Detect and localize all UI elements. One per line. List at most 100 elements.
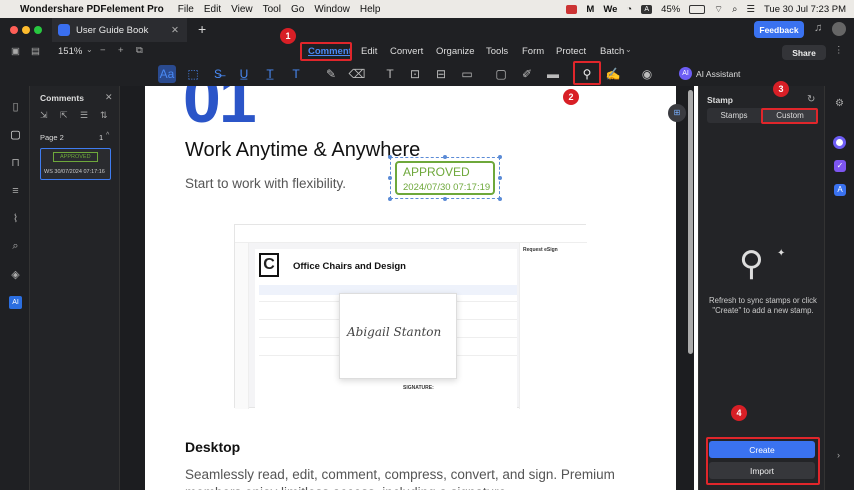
- properties-icon[interactable]: ⚙: [835, 98, 844, 109]
- status-we-icon[interactable]: We: [603, 4, 617, 15]
- menu-file[interactable]: File: [178, 4, 194, 15]
- keyboard-a-icon[interactable]: A: [641, 4, 653, 14]
- thumbnails-icon[interactable]: ▯: [9, 100, 22, 113]
- close-panel-icon[interactable]: ✕: [105, 92, 113, 103]
- zoom-out-icon[interactable]: −: [100, 45, 106, 56]
- control-center-icon[interactable]: ☰: [746, 4, 755, 15]
- approved-stamp[interactable]: APPROVED 2024/07/30 07:17:19: [395, 161, 495, 195]
- tab-batch[interactable]: Batch: [600, 46, 624, 57]
- attachments-icon[interactable]: ⌇: [9, 212, 22, 225]
- eraser-icon[interactable]: ⌫: [348, 65, 366, 83]
- ai-assistant-button[interactable]: AI Assistant: [696, 69, 740, 79]
- layers-icon[interactable]: ◈: [9, 268, 22, 281]
- menu-tool[interactable]: Tool: [263, 4, 281, 15]
- zoom-level[interactable]: 151%: [58, 46, 82, 57]
- page-heading: Work Anytime & Anywhere: [185, 139, 421, 161]
- sticky-note-icon[interactable]: ▭: [458, 65, 476, 83]
- empty-state-hint: Refresh to sync stamps or click "Create"…: [709, 296, 817, 315]
- signature-icon[interactable]: ✍: [604, 65, 622, 83]
- layout-icon[interactable]: ▤: [31, 46, 40, 57]
- callout-icon[interactable]: ⊟: [432, 65, 450, 83]
- tab-organize[interactable]: Organize: [436, 46, 475, 57]
- tab-edit[interactable]: Edit: [361, 46, 377, 57]
- measure-icon[interactable]: ▬: [544, 65, 562, 83]
- stamp-selection[interactable]: APPROVED 2024/07/30 07:17:19: [388, 155, 502, 201]
- wifi-icon[interactable]: ⌔: [714, 4, 723, 15]
- comment-thumbnail[interactable]: APPROVED WS 30/07/2024 07:17:16: [40, 148, 111, 180]
- text-comment-icon[interactable]: T: [381, 65, 399, 83]
- share-button[interactable]: Share: [782, 45, 826, 60]
- chevron-down-icon[interactable]: ⌄: [86, 45, 93, 54]
- squiggly-icon[interactable]: T̲: [261, 65, 279, 83]
- minimize-window-button[interactable]: [22, 26, 30, 34]
- more-icon[interactable]: ⋮: [834, 45, 844, 56]
- status-app-icon[interactable]: [566, 4, 578, 14]
- clock-datetime[interactable]: Tue 30 Jul 7:23 PM: [764, 4, 846, 15]
- shape-icon[interactable]: ▢: [492, 65, 510, 83]
- tab-document[interactable]: User Guide Book ✕: [52, 18, 187, 42]
- text-box-icon[interactable]: ⊡: [406, 65, 424, 83]
- section-text: Seamlessly read, edit, comment, compress…: [185, 467, 615, 490]
- ai-float-icon[interactable]: ⊞: [668, 104, 686, 122]
- menu-help[interactable]: Help: [360, 4, 381, 15]
- vertical-scrollbar[interactable]: [688, 90, 693, 354]
- tab-protect[interactable]: Protect: [556, 46, 586, 57]
- left-icon-rail: ▯ ▢ ⊓ ≡ ⌇ ⌕ ◈ AI: [0, 86, 30, 490]
- refresh-icon[interactable]: ↻: [807, 94, 815, 105]
- ai-check-icon[interactable]: ✓: [834, 160, 846, 172]
- collapse-chevron-icon[interactable]: ^: [106, 132, 109, 139]
- show-hide-comments-icon[interactable]: ◉: [638, 65, 656, 83]
- app-menu[interactable]: Wondershare PDFelement Pro: [20, 4, 164, 15]
- notification-icon[interactable]: ♫: [814, 22, 822, 34]
- translate-icon[interactable]: A: [834, 184, 846, 196]
- step-2-badge: 2: [563, 89, 579, 105]
- import-comments-icon[interactable]: ⇲: [40, 110, 48, 121]
- thumb-stamp-label: APPROVED: [53, 152, 98, 162]
- comments-icon[interactable]: ▢: [9, 128, 22, 141]
- tab-convert[interactable]: Convert: [390, 46, 423, 57]
- search-panel-icon[interactable]: ⌕: [9, 240, 22, 253]
- export-comments-icon[interactable]: ⇱: [60, 110, 68, 121]
- pen-drawing-icon[interactable]: ✐: [518, 65, 536, 83]
- search-icon[interactable]: ⌕: [732, 4, 737, 15]
- step-3-badge: 3: [773, 81, 789, 97]
- bookmarks-icon[interactable]: ⊓: [9, 156, 22, 169]
- avatar[interactable]: [832, 22, 846, 36]
- close-window-button[interactable]: [10, 26, 18, 34]
- status-m-icon[interactable]: M: [586, 4, 594, 15]
- clock-icon[interactable]: ◔: [626, 4, 632, 15]
- strikethrough-icon[interactable]: S̶: [209, 65, 227, 83]
- sidebar-toggle-icon[interactable]: ▣: [11, 46, 20, 57]
- menu-window[interactable]: Window: [314, 4, 350, 15]
- filter-icon[interactable]: ☰: [80, 110, 88, 121]
- sort-icon[interactable]: ⇅: [100, 110, 108, 121]
- highlight-text-icon[interactable]: Aa: [158, 65, 176, 83]
- fit-page-icon[interactable]: ⧉: [136, 45, 143, 56]
- tab-form[interactable]: Form: [522, 46, 544, 57]
- area-highlight-icon[interactable]: ⬚: [184, 65, 202, 83]
- ai-panel-icon[interactable]: AI: [9, 296, 22, 309]
- fields-icon[interactable]: ≡: [9, 184, 22, 197]
- menu-view[interactable]: View: [231, 4, 253, 15]
- tab-tools[interactable]: Tools: [486, 46, 508, 57]
- tab-bar: User Guide Book ✕ + Feedback ♫: [0, 18, 854, 42]
- zoom-in-icon[interactable]: +: [118, 45, 124, 56]
- battery-icon[interactable]: [689, 4, 706, 14]
- insert-text-icon[interactable]: T: [287, 65, 305, 83]
- underline-icon[interactable]: U̲: [235, 65, 253, 83]
- pdf-page[interactable]: 01 Work Anytime & Anywhere Start to work…: [145, 86, 676, 490]
- feedback-button[interactable]: Feedback: [754, 21, 804, 38]
- zoom-window-button[interactable]: [34, 26, 42, 34]
- expand-chevron-icon[interactable]: ›: [837, 450, 840, 460]
- tab-close-icon[interactable]: ✕: [171, 25, 179, 36]
- pen-icon[interactable]: ✎: [322, 65, 340, 83]
- ai-assistant-icon[interactable]: AI: [679, 67, 692, 80]
- menu-go[interactable]: Go: [291, 4, 304, 15]
- embedded-signature-label: SIGNATURE:: [403, 385, 434, 391]
- tab-stamps[interactable]: Stamps: [707, 108, 761, 123]
- chat-icon[interactable]: [833, 136, 846, 149]
- new-tab-icon[interactable]: +: [198, 21, 206, 37]
- stamp-date: 2024/07/30 07:17:19: [403, 182, 491, 193]
- menu-edit[interactable]: Edit: [204, 4, 221, 15]
- batch-chevron-icon: ⌄: [625, 45, 632, 54]
